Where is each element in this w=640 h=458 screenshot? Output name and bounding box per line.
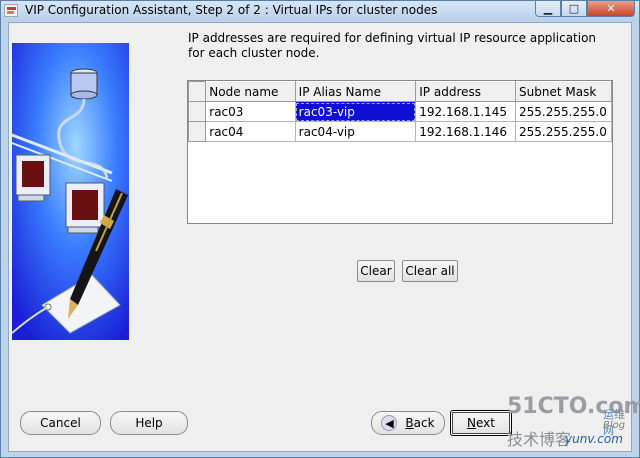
instruction-text: IP addresses are required for defining v… <box>188 31 597 60</box>
row-header[interactable] <box>188 121 207 142</box>
cell-ip-alias[interactable]: rac03-vip <box>294 101 417 122</box>
clear-all-button-label: Clear all <box>405 264 455 278</box>
header-ip-alias[interactable]: IP Alias Name <box>294 81 417 102</box>
clear-all-button[interactable]: Clear all <box>402 260 458 282</box>
minimize-button[interactable]: ▁ <box>535 1 561 17</box>
vip-table: Node name IP Alias Name IP address Subne… <box>187 80 613 224</box>
java-app-icon <box>4 4 18 17</box>
database-icon <box>70 68 98 100</box>
table-header-row: Node name IP Alias Name IP address Subne… <box>188 81 612 102</box>
window-title: VIP Configuration Assistant, Step 2 of 2… <box>25 3 438 17</box>
cell-ip-alias[interactable]: rac04-vip <box>294 121 417 142</box>
cell-subnet-mask[interactable]: 255.255.255.0 <box>515 101 612 122</box>
help-button-label: Help <box>135 416 163 430</box>
next-button-label: Next <box>467 416 495 430</box>
cell-subnet-mask[interactable]: 255.255.255.0 <box>515 121 612 142</box>
cluster-network-illustration <box>12 43 129 340</box>
cell-ip-address[interactable]: 192.168.1.146 <box>415 121 517 142</box>
back-arrow-icon: ◀ <box>381 415 398 431</box>
row-header[interactable] <box>188 101 207 122</box>
cell-node-name[interactable]: rac04 <box>205 121 296 142</box>
next-button[interactable]: Next <box>450 410 512 436</box>
header-subnet-mask[interactable]: Subnet Mask <box>515 81 612 102</box>
title-bar[interactable]: VIP Configuration Assistant, Step 2 of 2… <box>1 1 639 21</box>
watermark-tagline: 技术博客 <box>507 430 572 449</box>
site-watermark: 51CTO.com 运维网 Blog 技术博客 yunv.com <box>507 394 640 454</box>
table-corner <box>188 81 207 102</box>
cancel-button[interactable]: Cancel <box>20 411 101 435</box>
table-row: rac04 rac04-vip 192.168.1.146 255.255.25… <box>188 121 612 142</box>
watermark-site: yunv.com <box>565 432 623 446</box>
computer-icon <box>65 182 105 234</box>
back-button-label: Back <box>405 416 435 430</box>
header-ip-address[interactable]: IP address <box>415 81 517 102</box>
close-button[interactable]: ✕ <box>587 1 635 17</box>
header-node-name[interactable]: Node name <box>205 81 296 102</box>
cell-node-name[interactable]: rac03 <box>205 101 296 122</box>
back-button[interactable]: ◀ Back <box>371 411 445 435</box>
cancel-button-label: Cancel <box>40 416 81 430</box>
cell-ip-address[interactable]: 192.168.1.145 <box>415 101 517 122</box>
clear-button[interactable]: Clear <box>357 260 395 282</box>
table-row: rac03 rac03-vip 192.168.1.145 255.255.25… <box>188 101 612 122</box>
computer-icon <box>15 154 51 202</box>
maximize-button[interactable]: □ <box>561 1 587 17</box>
help-button[interactable]: Help <box>110 411 188 435</box>
watermark-blog: Blog <box>603 420 626 431</box>
clear-button-label: Clear <box>360 264 392 278</box>
app-window: VIP Configuration Assistant, Step 2 of 2… <box>0 0 640 458</box>
